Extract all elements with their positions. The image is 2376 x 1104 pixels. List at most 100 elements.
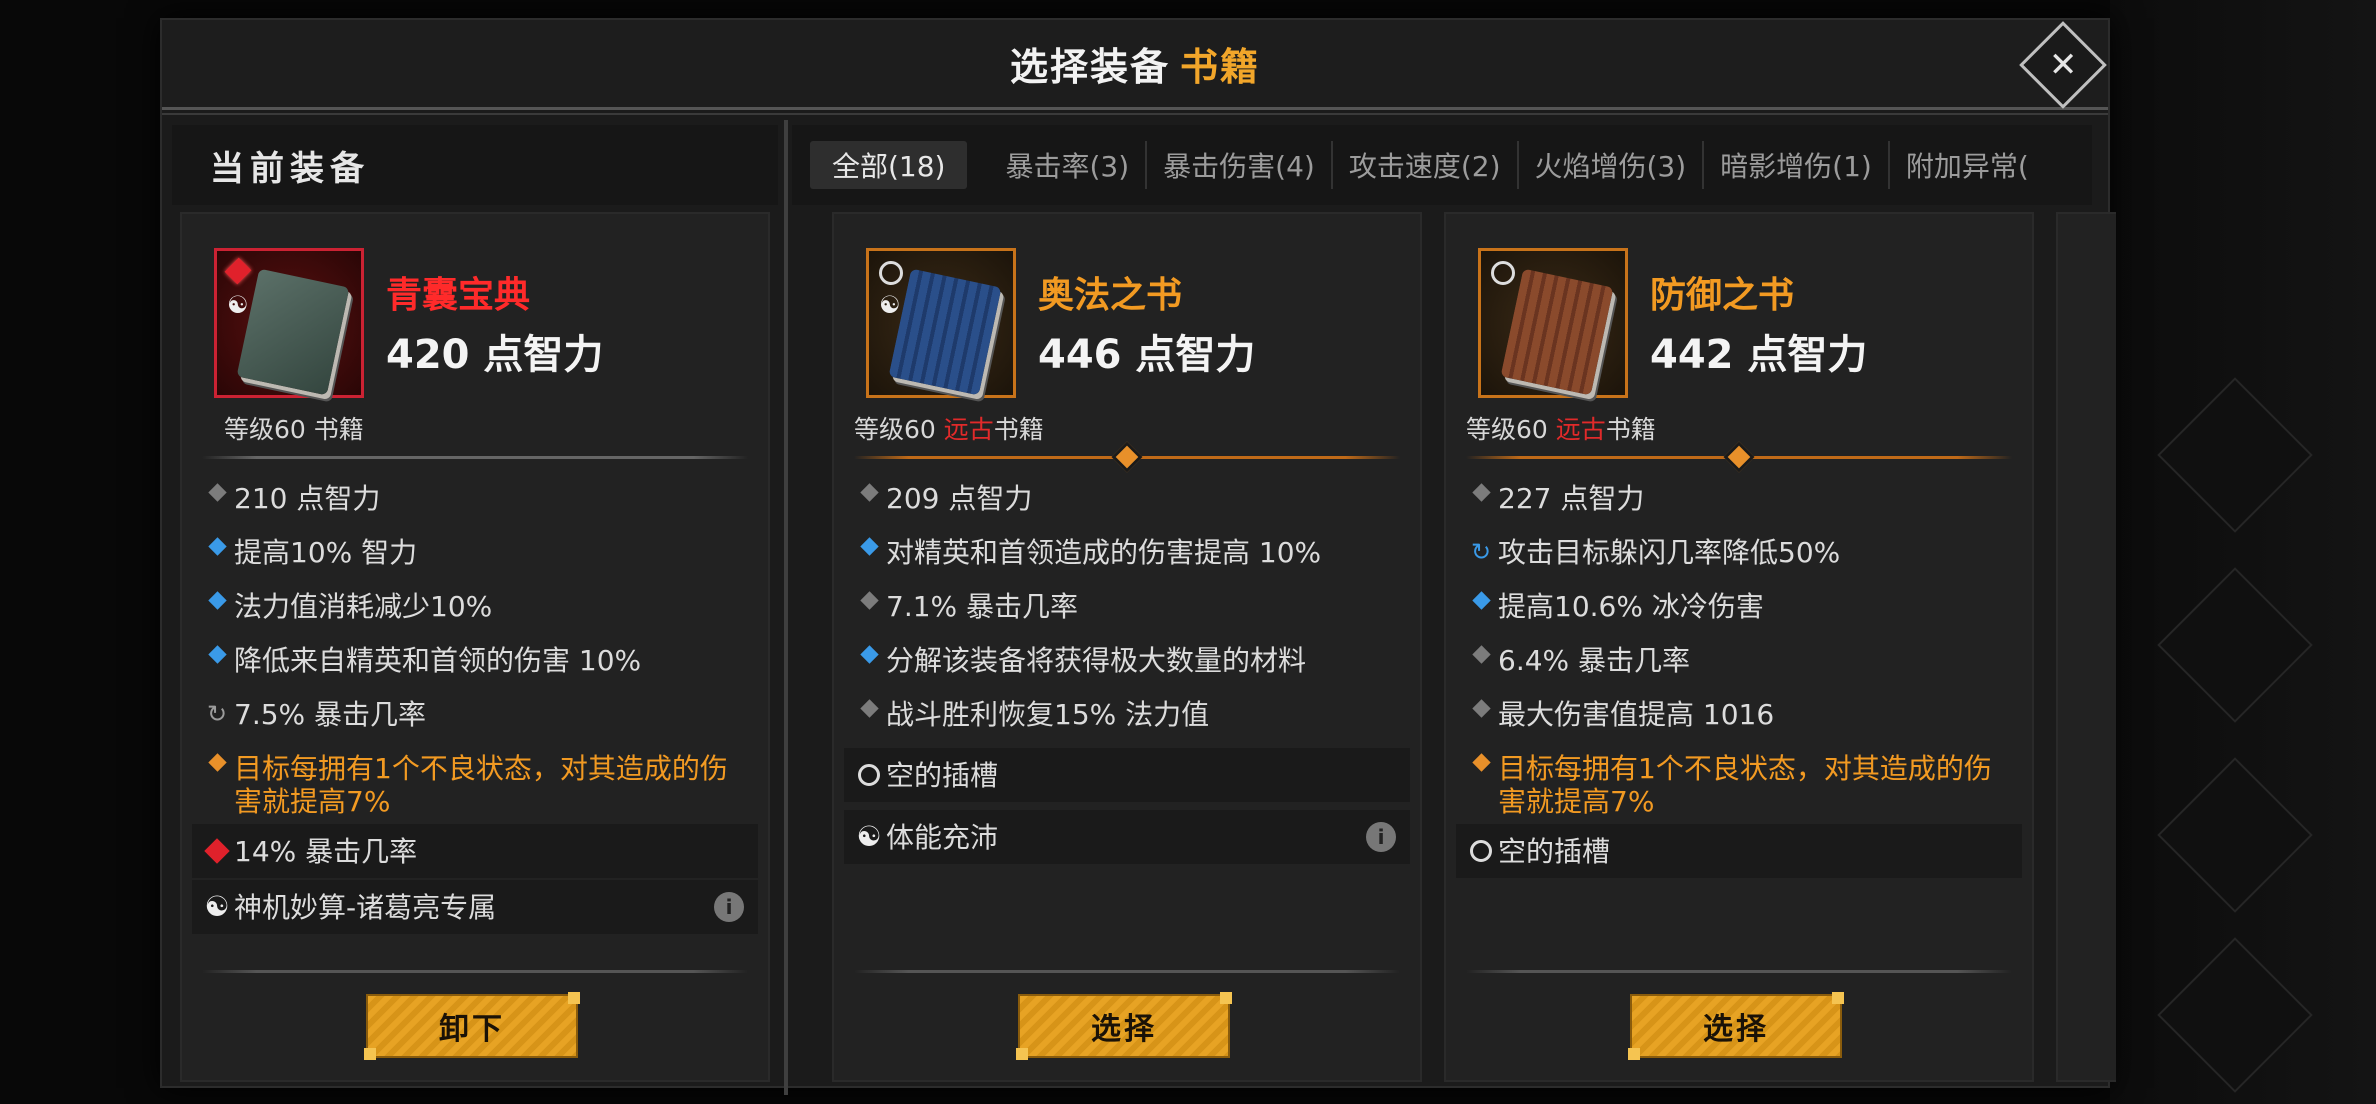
candidate-item-card[interactable]: 防御之书 442 点智力 等级60 远古书籍 227 点智力 ↻ 攻击目标躲闪几率… [1444,212,2034,1082]
tab-all[interactable]: 全部(18) [810,141,968,189]
separator [202,970,748,973]
red-gem-socket-icon [224,257,252,285]
background-menu-diamond [2157,937,2313,1093]
gray-diamond-icon [859,591,879,610]
close-button[interactable]: ✕ [2019,21,2107,109]
affix-text: 提高10% 智力 [234,536,418,569]
item-icon-frame: ☯ [866,248,1016,398]
select-button[interactable]: 选择 [1016,992,1232,1060]
affix-text: 战斗胜利恢复15% 法力值 [886,698,1210,731]
book-icon [888,268,1002,396]
affix-text: 法力值消耗减少10% [234,590,493,623]
book-icon [236,268,350,396]
affix-text: 对精英和首领造成的伤害提高 10% [886,536,1322,569]
item-type: 书籍 [1605,415,1656,444]
separator-diamond [1723,441,1755,473]
reroll-icon: ↻ [206,700,228,728]
item-level: 等级60 远古书籍 [854,410,1044,446]
current-item-card: ☯ 青囊宝典 420 点智力 等级60 书籍 210 点智力 提高10% 智力 … [180,212,770,1082]
candidate-item-card[interactable]: ☯ 奥法之书 446 点智力 等级60 远古书籍 209 点智力 对精英和首领造… [832,212,1422,1082]
socket-text: 空的插槽 [1498,834,1611,868]
affix-row: 210 点智力 [182,476,768,530]
tab-shadow-damage[interactable]: 暗影增伤(1) [1704,141,1890,189]
affix-row: 目标每拥有1个不良状态，对其造成的伤害就提高7% [182,746,768,822]
gray-diamond-icon [207,483,227,502]
affix-text: 最大伤害值提高 1016 [1498,698,1775,731]
empty-socket-icon [1470,840,1492,862]
info-icon[interactable]: i [1366,822,1396,852]
affix-text: 目标每拥有1个不良状态，对其造成的伤害就提高7% [234,752,728,818]
item-icon-frame [1478,248,1628,398]
ancient-tag: 远古 [1555,415,1606,444]
set-bonus-row[interactable]: ☯ 体能充沛 i [844,810,1410,864]
item-level: 等级60 书籍 [224,410,364,446]
item-main-stat: 446 点智力 [1038,332,1256,378]
affix-row: 对精英和首领造成的伤害提高 10% [834,530,1420,584]
title-prefix: 选择装备 [1009,45,1170,89]
yinyang-icon: ☯ [879,291,901,319]
current-equipment-heading: 当前装备 [172,125,778,205]
select-button[interactable]: 选择 [1628,992,1844,1060]
tab-crit-rate[interactable]: 暴击率(3) [989,141,1148,189]
affix-text: 6.4% 暴击几率 [1498,644,1691,677]
affix-text: 227 点智力 [1498,482,1645,515]
affix-text: 209 点智力 [886,482,1033,515]
set-bonus-row[interactable]: ☯ 神机妙算-诸葛亮专属 i [192,880,758,934]
affix-row: 提高10.6% 冰冷伤害 [1446,584,2032,638]
dialog-header: 选择装备 书籍 ✕ [162,20,2108,115]
tab-attack-speed[interactable]: 攻击速度(2) [1333,141,1519,189]
affix-text: 攻击目标躲闪几率降低50% [1498,536,1841,569]
separator [202,456,748,459]
background-menu-diamond [2157,757,2313,913]
affix-row: 战斗胜利恢复15% 法力值 [834,692,1420,746]
book-icon [1500,268,1614,396]
background-menu-diamond [2157,567,2313,723]
affix-text: 分解该装备将获得极大数量的材料 [886,644,1307,677]
gray-diamond-icon [859,699,879,718]
red-gem-icon [204,838,230,864]
affix-text: 目标每拥有1个不良状态，对其造成的伤害就提高7% [1498,752,1992,818]
affix-row: 6.4% 暴击几率 [1446,638,2032,692]
tab-crit-damage[interactable]: 暴击伤害(4) [1147,141,1333,189]
gray-diamond-icon [859,483,879,502]
separator-diamond [1111,441,1143,473]
empty-socket-icon [879,261,903,285]
socket-row: 空的插槽 [844,748,1410,802]
affix-row: 提高10% 智力 [182,530,768,584]
socket-row: 14% 暴击几率 [192,824,758,878]
empty-socket-icon [1491,261,1515,285]
panel-divider [784,120,788,1095]
gray-diamond-icon [1471,483,1491,502]
orange-diamond-icon [207,753,227,772]
blue-diamond-icon [859,537,879,556]
title-category: 书籍 [1180,45,1261,89]
item-name: 奥法之书 [1038,275,1183,316]
yinyang-icon: ☯ [856,820,882,853]
orange-diamond-icon [1471,753,1491,772]
candidate-item-card-partial[interactable] [2056,212,2116,1082]
separator [1466,970,2012,973]
item-icon-frame: ☯ [214,248,364,398]
affix-text: 7.5% 暴击几率 [234,698,427,731]
blue-diamond-icon [207,537,227,556]
item-main-stat: 420 点智力 [386,332,604,378]
affix-text: 210 点智力 [234,482,381,515]
unequip-button[interactable]: 卸下 [364,992,580,1060]
affix-row: 227 点智力 [1446,476,2032,530]
blue-diamond-icon [859,645,879,664]
item-level-text: 等级60 [1466,415,1556,444]
item-type: 书籍 [993,415,1044,444]
info-icon[interactable]: i [714,892,744,922]
item-level-text: 等级60 [224,415,314,444]
item-level: 等级60 远古书籍 [1466,410,1656,446]
affix-text: 提高10.6% 冰冷伤害 [1498,590,1764,623]
item-name: 防御之书 [1650,275,1795,316]
tab-fire-damage[interactable]: 火焰增伤(3) [1519,141,1705,189]
tab-extra-ailment[interactable]: 附加异常( [1890,141,2045,189]
affix-row: 分解该装备将获得极大数量的材料 [834,638,1420,692]
affix-row: 降低来自精英和首领的伤害 10% [182,638,768,692]
affix-list: 210 点智力 提高10% 智力 法力值消耗减少10% 降低来自精英和首领的伤害… [182,476,768,936]
blue-diamond-icon [207,591,227,610]
ancient-tag: 远古 [943,415,994,444]
reroll-icon: ↻ [1470,538,1492,566]
